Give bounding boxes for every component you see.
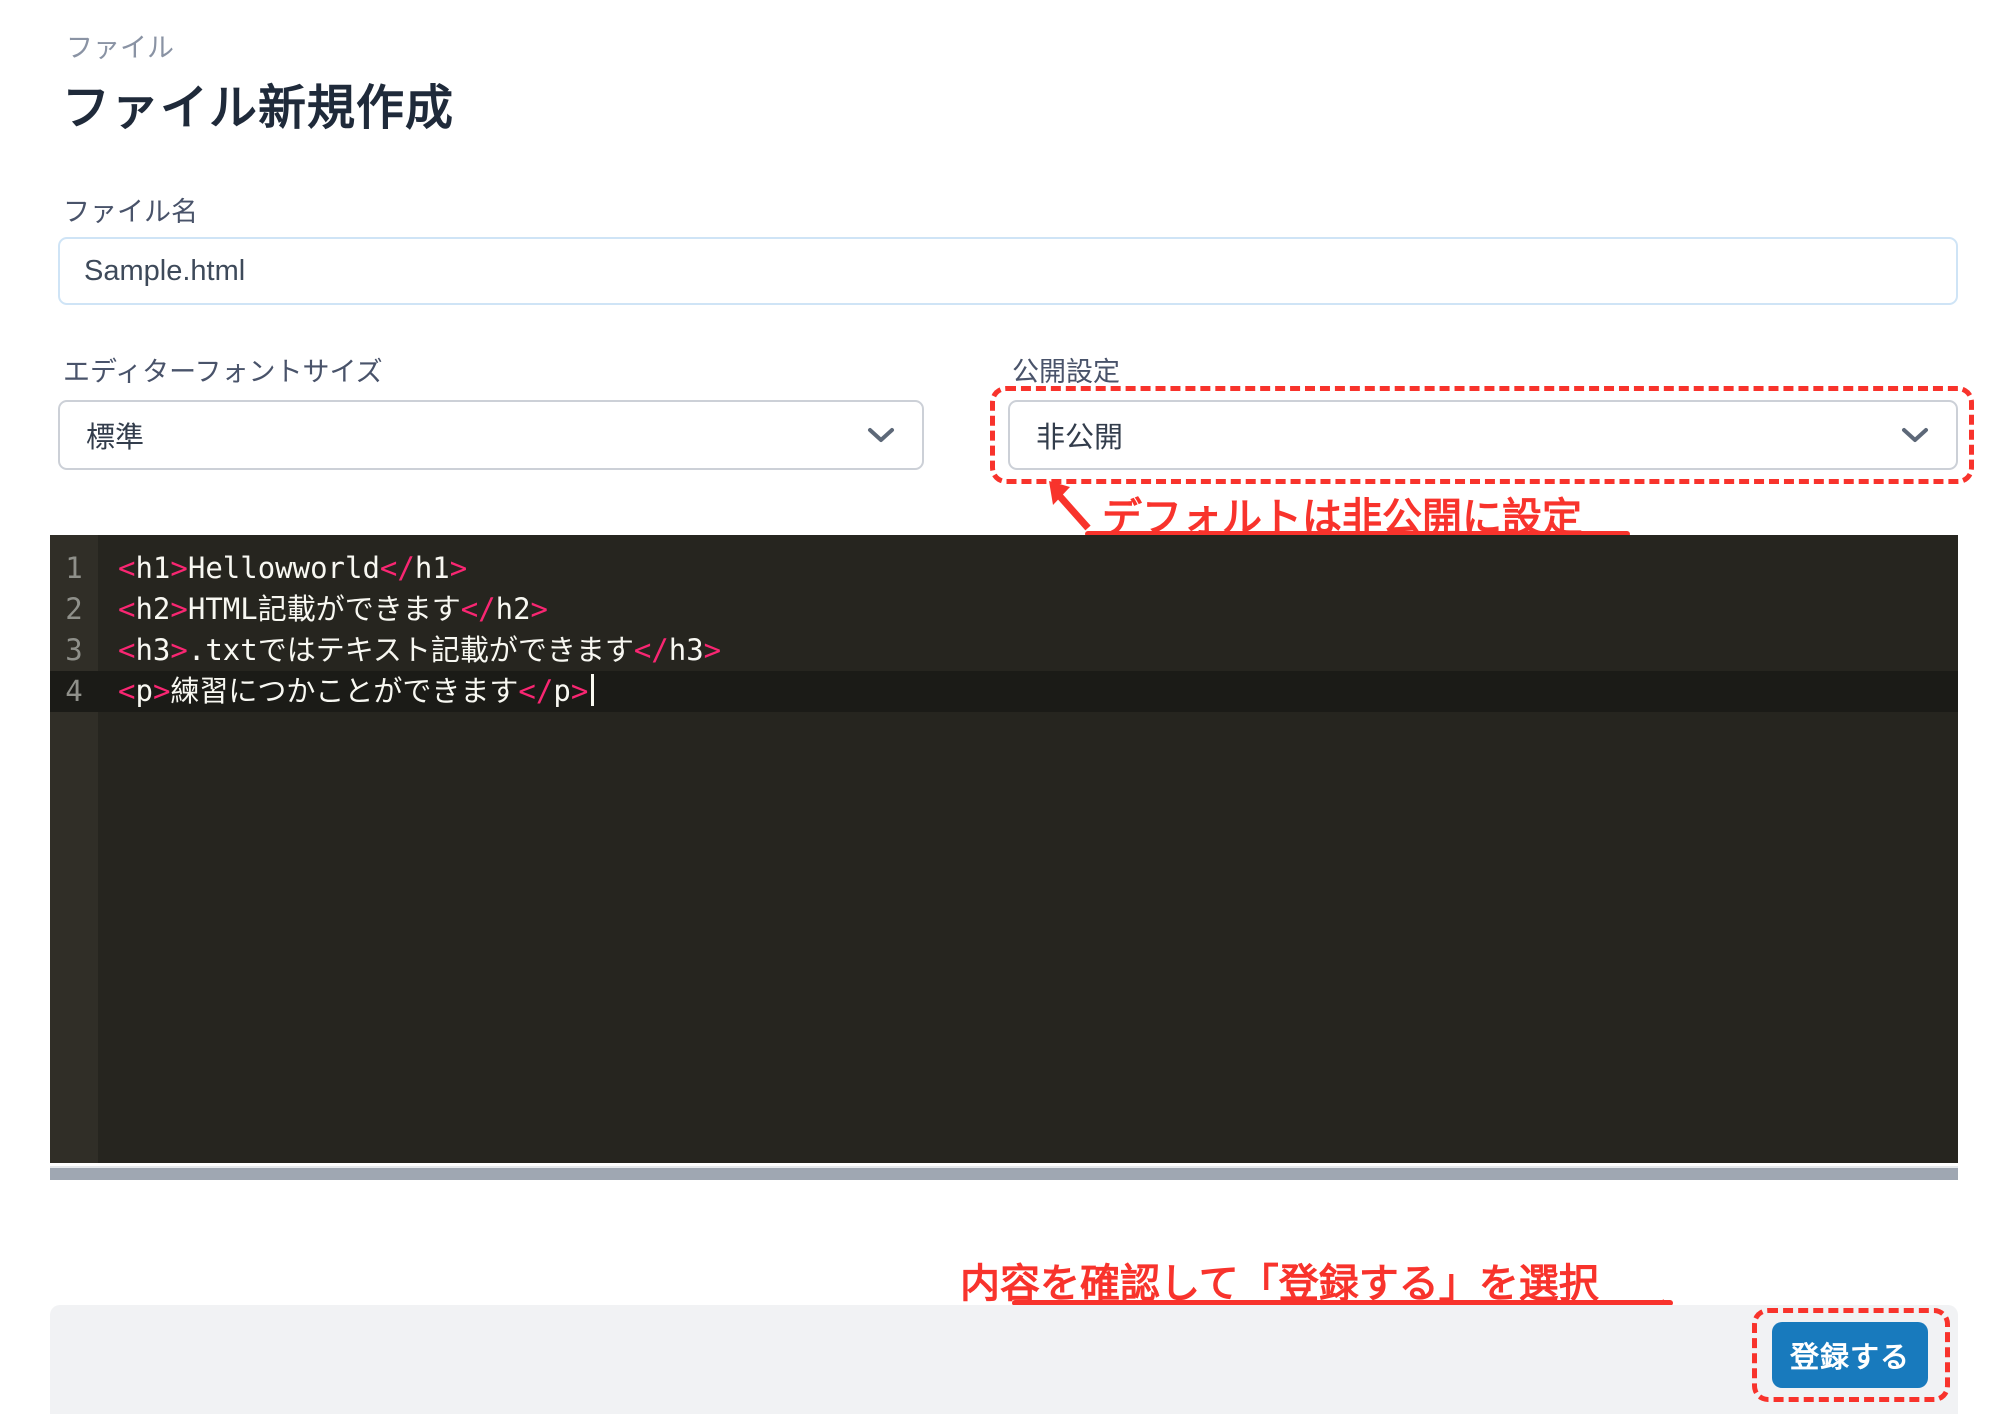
text-cursor	[591, 674, 594, 706]
visibility-label: 公開設定	[1012, 350, 1120, 389]
code-editor[interactable]: 1<h1>Hellowworld</h1>2<h2>HTML記載ができます</h…	[50, 535, 1958, 1163]
line-number: 4	[50, 671, 98, 712]
page-title: ファイル新規作成	[62, 68, 454, 138]
code-text: <p>練習につかことができます</p>	[98, 671, 594, 712]
visibility-highlight-box	[990, 386, 1974, 484]
code-line[interactable]: 2<h2>HTML記載ができます</h2>	[50, 589, 1958, 630]
chevron-down-icon	[866, 425, 896, 445]
line-number: 2	[50, 589, 98, 630]
code-lines: 1<h1>Hellowworld</h1>2<h2>HTML記載ができます</h…	[50, 548, 1958, 712]
footer-bar	[50, 1305, 1958, 1414]
code-line[interactable]: 4<p>練習につかことができます</p>	[50, 671, 1958, 712]
submit-highlight-box	[1752, 1308, 1950, 1402]
code-line[interactable]: 1<h1>Hellowworld</h1>	[50, 548, 1958, 589]
file-name-label: ファイル名	[63, 190, 198, 229]
editor-font-size-value: 標準	[86, 414, 144, 456]
new-file-page: ファイル ファイル新規作成 ファイル名 エディターフォントサイズ 標準 公開設定…	[0, 0, 1992, 1414]
editor-font-size-label: エディターフォントサイズ	[63, 350, 383, 389]
line-number: 3	[50, 630, 98, 671]
file-name-input[interactable]	[58, 237, 1958, 305]
editor-horizontal-scrollbar[interactable]	[50, 1166, 1958, 1180]
breadcrumb[interactable]: ファイル	[66, 26, 174, 65]
code-text: <h3>.txtではテキスト記載ができます</h3>	[98, 630, 721, 671]
code-line[interactable]: 3<h3>.txtではテキスト記載ができます</h3>	[50, 630, 1958, 671]
line-number: 1	[50, 548, 98, 589]
code-text: <h2>HTML記載ができます</h2>	[98, 589, 548, 630]
code-text: <h1>Hellowworld</h1>	[98, 548, 467, 589]
editor-font-size-select[interactable]: 標準	[58, 400, 924, 470]
